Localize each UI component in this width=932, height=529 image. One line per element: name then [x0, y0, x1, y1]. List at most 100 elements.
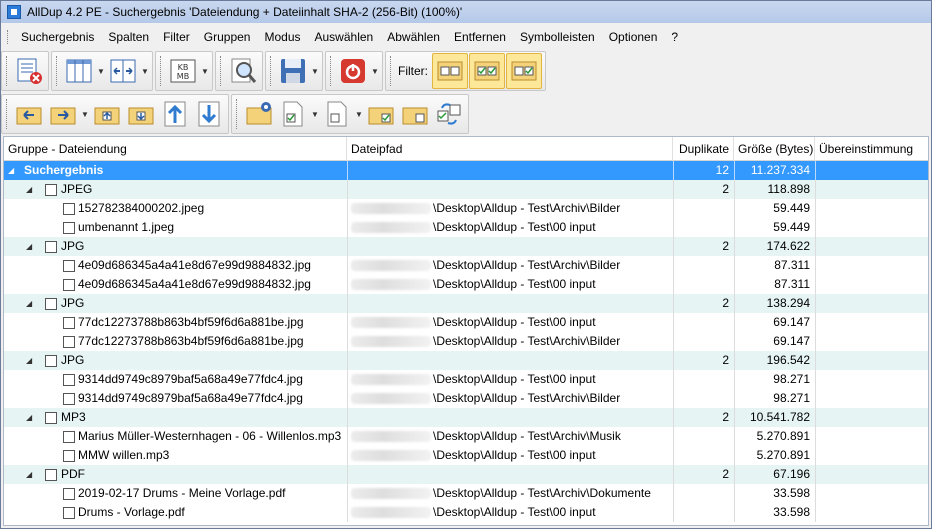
- expand-all-button[interactable]: [90, 97, 124, 131]
- group-size: 138.294: [766, 296, 810, 310]
- file-row[interactable]: 9314dd9749c8979baf5a68a49e77fdc4.jpg \Des…: [4, 389, 928, 408]
- expand-triangle-icon[interactable]: ◢: [8, 161, 18, 180]
- file-checkbox[interactable]: [63, 393, 75, 405]
- deselect-button[interactable]: [320, 97, 354, 131]
- select-button[interactable]: [276, 97, 310, 131]
- group-checkbox[interactable]: [45, 412, 57, 424]
- exit-button[interactable]: [336, 54, 370, 88]
- menu-entfernen[interactable]: Entfernen: [447, 27, 513, 47]
- column-width-dropdown-icon[interactable]: ▼: [140, 54, 150, 88]
- folder-forward-icon: [50, 107, 76, 125]
- group-row[interactable]: ◢ JPG 2 196.542: [4, 351, 928, 370]
- expand-triangle-icon[interactable]: ◢: [26, 465, 36, 484]
- group-row[interactable]: ◢ JPG 2 138.294: [4, 294, 928, 313]
- move-up-button[interactable]: [158, 97, 192, 131]
- close-result-button[interactable]: [12, 54, 46, 88]
- column-header-size[interactable]: Größe (Bytes): [734, 137, 815, 161]
- filter-checked-button[interactable]: [469, 53, 505, 89]
- file-row[interactable]: MMW willen.mp3 \Desktop\Alldup - Test\00 …: [4, 446, 928, 465]
- group-row[interactable]: ◢ JPG 2 174.622: [4, 237, 928, 256]
- group-checkbox[interactable]: [45, 355, 57, 367]
- file-checkbox[interactable]: [63, 431, 75, 443]
- menu-optionen[interactable]: Optionen: [602, 27, 665, 47]
- file-size: 33.598: [773, 486, 810, 500]
- root-row[interactable]: ◢ Suchergebnis 12 11.237.334: [4, 161, 928, 180]
- file-row[interactable]: 152782384000202.jpeg \Desktop\Alldup - Te…: [4, 199, 928, 218]
- file-checkbox[interactable]: [63, 222, 75, 234]
- filter-all-button[interactable]: [432, 53, 468, 89]
- column-header-group[interactable]: Gruppe - Dateiendung: [4, 137, 347, 161]
- group-row[interactable]: ◢ PDF 2 67.196: [4, 465, 928, 484]
- group-checkbox[interactable]: [45, 241, 57, 253]
- file-checkbox[interactable]: [63, 279, 75, 291]
- menu-spalten[interactable]: Spalten: [101, 27, 156, 47]
- file-checkbox[interactable]: [63, 260, 75, 272]
- group-row[interactable]: ◢ JPEG 2 118.898: [4, 180, 928, 199]
- deselect-dropdown-icon[interactable]: ▼: [354, 97, 364, 131]
- file-checkbox[interactable]: [63, 374, 75, 386]
- expand-triangle-icon[interactable]: ◢: [26, 351, 36, 370]
- expand-triangle-icon[interactable]: ◢: [26, 408, 36, 427]
- columns-dropdown-icon[interactable]: ▼: [96, 54, 106, 88]
- file-row[interactable]: 77dc12273788b863b4bf59f6d6a881be.jpg \Des…: [4, 332, 928, 351]
- exit-dropdown-icon[interactable]: ▼: [370, 54, 380, 88]
- file-row[interactable]: 4e09d686345a4a41e8d67e99d9884832.jpg \Des…: [4, 275, 928, 294]
- menu-gruppen[interactable]: Gruppen: [197, 27, 258, 47]
- move-down-button[interactable]: [192, 97, 226, 131]
- results-table[interactable]: Gruppe - Dateiendung Dateipfad Duplikate…: [3, 136, 929, 526]
- menu-filter[interactable]: Filter: [156, 27, 197, 47]
- save-dropdown-icon[interactable]: ▼: [310, 54, 320, 88]
- column-header-path[interactable]: Dateipfad: [347, 137, 673, 161]
- expand-triangle-icon[interactable]: ◢: [26, 294, 36, 313]
- menu-help[interactable]: ?: [664, 27, 685, 47]
- forward-button[interactable]: [46, 97, 80, 131]
- menu-suchergebnis[interactable]: Suchergebnis: [14, 27, 101, 47]
- column-header-duplicates[interactable]: Duplikate: [673, 137, 734, 161]
- file-row[interactable]: 77dc12273788b863b4bf59f6d6a881be.jpg \Des…: [4, 313, 928, 332]
- file-checkbox[interactable]: [63, 488, 75, 500]
- menu-modus[interactable]: Modus: [257, 27, 307, 47]
- file-checkbox[interactable]: [63, 317, 75, 329]
- columns-button[interactable]: [62, 54, 96, 88]
- group-checkbox[interactable]: [45, 184, 57, 196]
- file-checkbox[interactable]: [63, 507, 75, 519]
- collapse-all-button[interactable]: [124, 97, 158, 131]
- folder-settings-button[interactable]: [242, 97, 276, 131]
- file-row[interactable]: 2019-02-17 Drums - Meine Vorlage.pdf \Des…: [4, 484, 928, 503]
- file-row[interactable]: Marius Müller-Westernhagen - 06 - Willen…: [4, 427, 928, 446]
- file-check-icon: [283, 101, 303, 127]
- preview-button[interactable]: [226, 54, 260, 88]
- save-button[interactable]: [276, 54, 310, 88]
- group-checkbox[interactable]: [45, 469, 57, 481]
- file-row[interactable]: umbenannt 1.jpeg \Desktop\Alldup - Test\0…: [4, 218, 928, 237]
- file-checkbox[interactable]: [63, 336, 75, 348]
- file-row[interactable]: 9314dd9749c8979baf5a68a49e77fdc4.jpg \Des…: [4, 370, 928, 389]
- expand-triangle-icon[interactable]: ◢: [26, 180, 36, 199]
- size-unit-dropdown-icon[interactable]: ▼: [200, 54, 210, 88]
- forward-dropdown-icon[interactable]: ▼: [80, 97, 90, 131]
- toolbar-grip-icon: [6, 56, 9, 86]
- file-row[interactable]: 4e09d686345a4a41e8d67e99d9884832.jpg \Des…: [4, 256, 928, 275]
- group-row[interactable]: ◢ MP3 2 10.541.782: [4, 408, 928, 427]
- column-separator: [815, 351, 816, 370]
- column-width-button[interactable]: [106, 54, 140, 88]
- column-separator: [815, 237, 816, 256]
- select-folder-button[interactable]: [364, 97, 398, 131]
- file-row[interactable]: Drums - Vorlage.pdf \Desktop\Alldup - Tes…: [4, 503, 928, 522]
- menu-auswaehlen[interactable]: Auswählen: [308, 27, 381, 47]
- expand-triangle-icon[interactable]: ◢: [26, 237, 36, 256]
- root-duplicates: 12: [715, 163, 729, 177]
- file-checkbox[interactable]: [63, 203, 75, 215]
- file-checkbox[interactable]: [63, 450, 75, 462]
- menu-symbolleisten[interactable]: Symbolleisten: [513, 27, 602, 47]
- column-header-match[interactable]: Übereinstimmung: [815, 137, 928, 161]
- select-dropdown-icon[interactable]: ▼: [310, 97, 320, 131]
- menu-abwaehlen[interactable]: Abwählen: [380, 27, 447, 47]
- invert-selection-button[interactable]: [432, 97, 466, 131]
- file-path: \Desktop\Alldup - Test\Archiv\Bilder: [433, 258, 621, 272]
- filter-unchecked-button[interactable]: [506, 53, 542, 89]
- back-button[interactable]: [12, 97, 46, 131]
- size-unit-button[interactable]: KB MB: [166, 54, 200, 88]
- deselect-folder-button[interactable]: [398, 97, 432, 131]
- group-checkbox[interactable]: [45, 298, 57, 310]
